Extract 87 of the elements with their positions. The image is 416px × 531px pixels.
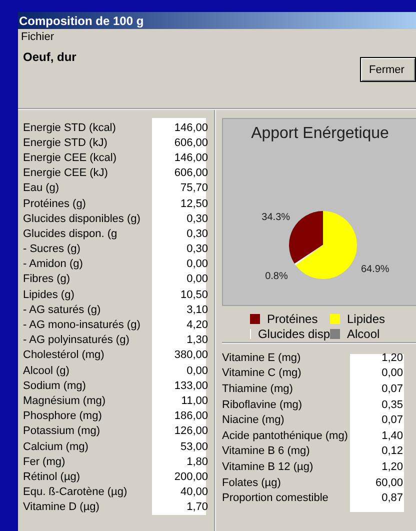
nutrient-label: Eau (g)	[23, 182, 60, 194]
nutrient-label: - Sucres (g)	[23, 243, 82, 256]
nutrient-value: 1,70	[186, 501, 208, 514]
nutrient-value: 146,00	[173, 152, 208, 164]
window-title: Composition de 100 g	[18, 12, 416, 29]
vitamin-label: Thiamine (mg)	[222, 382, 294, 395]
nutrient-value: 133,00	[173, 380, 208, 392]
vitamin-value: 0,00	[380, 367, 403, 380]
nutrient-label: Fer (mg)	[23, 456, 66, 468]
nutrient-value: 0,00	[186, 258, 208, 270]
nutrient-value: 186,00	[173, 410, 208, 422]
vitamin-value: 0,07	[380, 414, 403, 426]
nutrient-value: 10,50	[179, 288, 208, 301]
vitamin-label: Vitamine C (mg)	[222, 367, 302, 380]
nutrient-value: 0,30	[186, 243, 208, 256]
nutrient-label: Energie STD (kcal)	[23, 122, 117, 134]
percent-label: 64.9%	[360, 264, 390, 276]
nutrient-label: Fibres (g)	[23, 273, 72, 286]
legend-swatch	[250, 314, 260, 324]
nutrient-value: 75,70	[179, 182, 208, 194]
nutrient-label: Glucides dispon. (g	[23, 228, 118, 240]
legend-label: Protéines	[267, 312, 318, 326]
food-name: Oeuf, dur	[22, 49, 76, 66]
nutrient-label: Glucides disponibles (g)	[23, 212, 142, 225]
legend-swatch	[330, 314, 340, 324]
percent-label: 0.8%	[265, 271, 288, 282]
nutrient-label: Energie CEE (kJ)	[23, 167, 109, 180]
nutrient-label: Cholestérol (mg)	[23, 349, 106, 362]
vitamin-value: 1,20	[380, 352, 403, 364]
vitamin-label: Proportion comestible	[222, 492, 330, 504]
vitamin-label: Folates (µg)	[222, 476, 282, 489]
legend-label: Lipides	[347, 312, 386, 326]
legend-label: Glucides disp	[258, 327, 330, 341]
vitamin-value: 0,12	[380, 445, 403, 458]
percent-label: 34.3%	[262, 212, 290, 224]
menu-item[interactable]: Fichier	[20, 31, 56, 47]
nutrient-label: Phosphore (mg)	[23, 410, 103, 422]
vitamin-value: 0,87	[380, 492, 403, 504]
nutrient-value: 0,00	[186, 364, 208, 377]
nutrient-value: 3,10	[186, 304, 208, 316]
nutrient-label: - AG saturés (g)	[23, 304, 102, 316]
nutrient-value: 1,30	[186, 334, 208, 346]
nutrient-value: 0,00	[186, 273, 208, 286]
nutrient-value: 146,00	[173, 122, 208, 134]
nutrient-value: 126,00	[173, 425, 208, 438]
nutrient-label: Vitamine D (µg)	[23, 501, 100, 514]
nutrient-value: 40,00	[179, 486, 208, 498]
nutrient-label: - AG mono-insaturés (g)	[23, 319, 142, 332]
nutrient-label: Equ. ß-Carotène (µg)	[23, 486, 128, 498]
nutrient-value: 200,00	[173, 470, 208, 483]
nutrient-label: Rétinol (µg)	[23, 470, 82, 483]
vitamin-value: 0,35	[380, 398, 403, 411]
vitamin-value: 1,20	[380, 460, 403, 473]
nutrient-label: Alcool (g)	[23, 364, 70, 377]
close-button[interactable]: Fermer	[360, 57, 416, 82]
nutrient-value: 0,30	[186, 212, 208, 225]
legend-label: Alcool	[347, 327, 380, 341]
nutrient-value: 380,00	[173, 349, 208, 362]
vitamin-label: Riboflavine (mg)	[222, 398, 304, 411]
nutrient-label: Lipides (g)	[23, 288, 76, 301]
vitamin-label: Acide pantothénique (mg)	[222, 430, 349, 442]
vitamin-label: Vitamine B 6 (mg)	[222, 445, 311, 458]
nutrient-label: Energie STD (kJ)	[23, 136, 108, 149]
nutrient-value: 4,20	[186, 319, 208, 332]
nutrient-label: Magnésium (mg)	[23, 394, 107, 407]
vitamin-label: Vitamine E (mg)	[222, 352, 302, 364]
nutrient-label: Calcium (mg)	[23, 440, 90, 453]
nutrient-label: Potassium (mg)	[23, 425, 102, 438]
nutrient-value: 0,30	[186, 228, 208, 240]
nutrient-label: Protéines (g)	[23, 198, 87, 210]
nutrient-label: Sodium (mg)	[23, 380, 87, 392]
nutrient-value: 11,00	[180, 394, 208, 407]
vitamin-value: 1,40	[380, 430, 403, 442]
vitamin-value: 0,07	[380, 382, 403, 395]
nutrient-value: 53,00	[179, 440, 208, 453]
nutrient-value: 606,00	[173, 167, 208, 180]
nutrient-value: 1,80	[186, 456, 208, 468]
vitamin-value: 60,00	[374, 476, 403, 489]
nutrient-label: - Amidon (g)	[23, 258, 84, 270]
nutrient-label: Energie CEE (kcal)	[23, 152, 118, 164]
chart-title: Apport Enérgetique	[250, 124, 390, 143]
legend-swatch	[330, 329, 340, 339]
nutrient-value: 12,50	[179, 198, 208, 210]
vitamin-label: Niacine (mg)	[222, 414, 286, 426]
nutrient-label: - AG polyinsaturés (g)	[23, 334, 130, 346]
nutrient-value: 606,00	[173, 136, 208, 149]
vitamin-label: Vitamine B 12 (µg)	[222, 460, 314, 473]
